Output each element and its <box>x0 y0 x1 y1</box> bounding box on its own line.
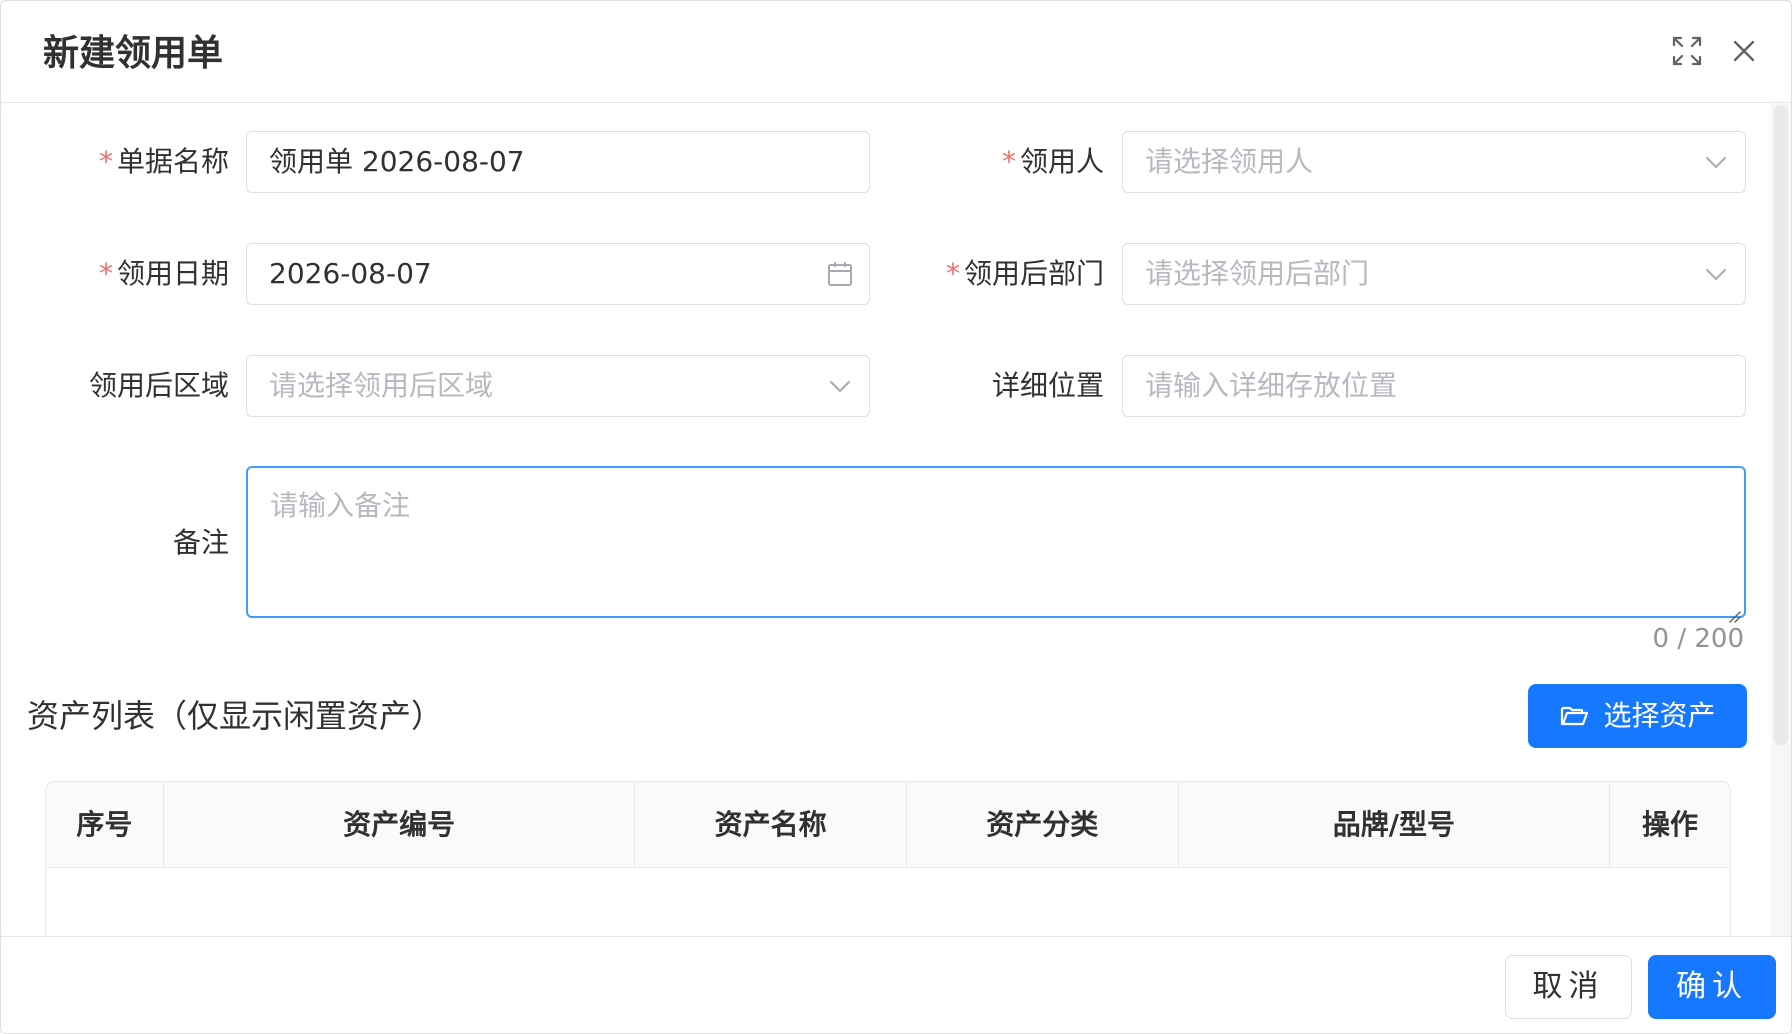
location-input[interactable]: 请输入详细存放位置 <box>1122 355 1746 417</box>
column-header-actions: 操作 <box>1642 808 1699 841</box>
remark-label: 备注 <box>172 526 229 559</box>
date-label: * 领用日期 <box>98 257 229 290</box>
column-header-asset-code: 资产编号 <box>164 782 636 868</box>
close-icon <box>1733 40 1755 62</box>
scrollbar[interactable] <box>1771 103 1791 936</box>
column-header-asset-name: 资产名称 <box>635 782 907 868</box>
recipient-label: * 领用人 <box>1001 145 1104 178</box>
recipient-select[interactable]: 请选择领用人 <box>1122 131 1746 193</box>
dialog-footer: 取消 确认 <box>1 936 1791 1033</box>
area-select[interactable]: 请选择领用后区域 <box>246 355 870 417</box>
asset-list-title: 资产列表（仅显示闲置资产） <box>27 697 444 735</box>
department-select[interactable]: 请选择领用后部门 <box>1122 243 1746 305</box>
calendar-icon <box>825 259 855 289</box>
remark-char-counter: 0 / 200 <box>1652 624 1744 654</box>
chevron-down-icon <box>1701 147 1731 177</box>
cancel-button[interactable]: 取消 <box>1505 955 1632 1019</box>
dialog-header: 新建领用单 <box>1 1 1791 103</box>
fullscreen-icon <box>1672 36 1702 66</box>
close-button[interactable] <box>1726 33 1762 69</box>
resize-handle-icon[interactable] <box>1726 598 1742 623</box>
asset-table: 序号 资产编号 资产名称 资产分类 品牌/型号 操作 <box>45 781 1731 941</box>
area-label: 领用后区域 <box>88 369 229 402</box>
asset-table-header: 序号 资产编号 资产名称 资产分类 品牌/型号 操作 <box>46 782 1730 868</box>
doc-name-input[interactable]: 领用单 2026-08-07 <box>246 131 870 193</box>
chevron-down-icon <box>1701 259 1731 289</box>
select-assets-button[interactable]: 选择资产 <box>1528 684 1747 748</box>
fullscreen-button[interactable] <box>1669 33 1705 69</box>
remark-textarea[interactable]: 请输入备注 <box>246 466 1746 623</box>
confirm-button[interactable]: 确认 <box>1648 955 1776 1019</box>
department-label: * 领用后部门 <box>945 257 1104 290</box>
column-header-asset-category: 资产分类 <box>907 782 1179 868</box>
doc-name-label: * 单据名称 <box>98 145 229 178</box>
scrollbar-thumb[interactable] <box>1774 105 1788 745</box>
column-header-index: 序号 <box>46 782 164 868</box>
asset-table-body <box>46 868 1730 940</box>
dialog-title: 新建领用单 <box>43 33 224 74</box>
location-label: 详细位置 <box>991 369 1104 402</box>
column-header-brand-model: 品牌/型号 <box>1179 782 1611 868</box>
create-requisition-dialog: 新建领用单 *单据名称 领用单 2026-08-07 *领用人 请选择领用人 <box>0 0 1792 1034</box>
folder-open-icon <box>1559 700 1589 730</box>
date-picker[interactable]: 2026-08-07 <box>246 243 870 305</box>
chevron-down-icon <box>825 371 855 401</box>
